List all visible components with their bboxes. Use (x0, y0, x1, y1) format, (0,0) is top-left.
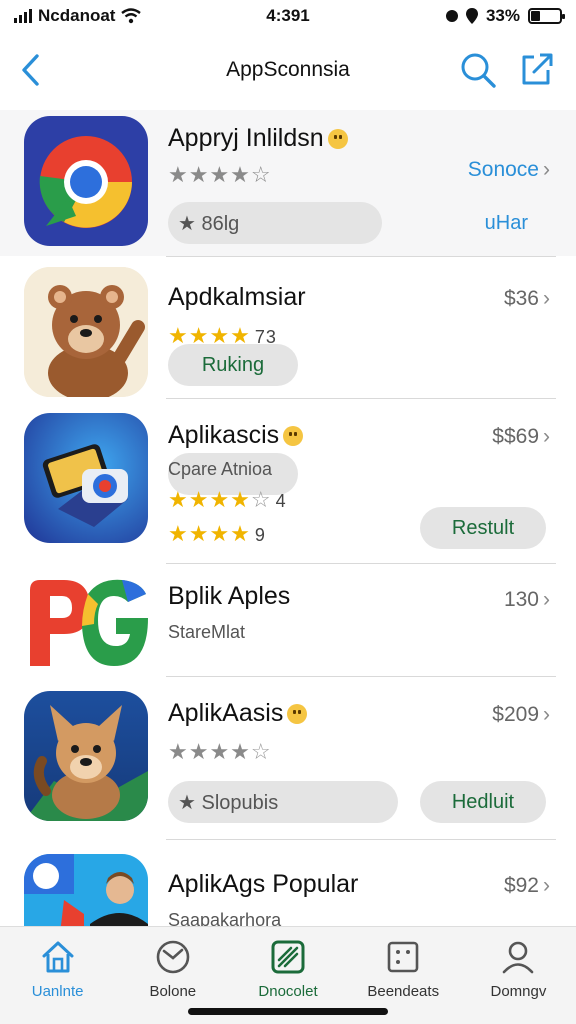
price-link[interactable]: $$69 › (492, 425, 550, 449)
emoji-icon (283, 426, 304, 447)
navigation-bar: AppSconnsia (0, 36, 576, 106)
price-label: $209 (492, 703, 539, 726)
tab-label: Dnocolet (258, 983, 318, 1000)
side-link[interactable]: uHar (485, 212, 528, 235)
ranking-label: Ruking (201, 353, 265, 376)
tab-label: Uanlnte (31, 983, 84, 1000)
price-link[interactable]: $36 › (504, 287, 550, 311)
price-label: $92 (503, 874, 539, 897)
battery-icon (528, 8, 565, 24)
rating-pill[interactable]: ★ 86lg (168, 202, 382, 244)
rating-stars-secondary: ★★★★ 9 (168, 521, 266, 547)
app-icon (24, 691, 148, 821)
record-dot-icon (445, 10, 458, 22)
chevron-right-icon: › (543, 588, 550, 611)
result-button-label: Restult (451, 516, 515, 539)
app-icon (24, 570, 148, 670)
signal-icon (14, 9, 32, 23)
list-item[interactable]: AplikAgs Popular Saapakarhora $92 › (0, 840, 576, 926)
app-icon (24, 267, 148, 397)
tab-label: Beendeats (367, 983, 440, 1000)
star-icons: ★★★★ (168, 487, 251, 512)
emoji-icon (327, 129, 348, 150)
battery-percent: 33% (485, 6, 520, 25)
price-link[interactable]: 130 › (504, 588, 550, 612)
rating-count: 9 (254, 525, 266, 545)
app-name: Aplikascis (168, 421, 304, 450)
app-icon (24, 116, 148, 246)
app-name: Apdkalmsiar (168, 283, 306, 311)
status-bar: Ncdanoat 4:391 33% (0, 0, 576, 32)
person-icon (498, 937, 538, 977)
wifi-icon (121, 8, 142, 24)
star-icons: ★★★★ (168, 521, 251, 546)
star-empty-icon: ☆ (250, 487, 272, 512)
share-icon (522, 53, 553, 85)
price-link[interactable]: $92 › (504, 874, 550, 898)
rating-pill[interactable]: ★ Slopubis (168, 781, 398, 823)
grid-icon (383, 937, 423, 977)
chevron-right-icon: › (543, 158, 550, 181)
home-indicator (188, 1008, 388, 1015)
tab-label: Domngv (490, 983, 547, 1000)
status-right: 33% (445, 6, 565, 26)
app-list: Appryj Inlildsn ★★★★☆ Sonoce › ★ 86lg uHa… (0, 110, 576, 926)
price-label: $36 (503, 287, 539, 310)
ranking-button[interactable]: Ruking (168, 344, 298, 386)
app-subtitle: Saapakarhora (168, 910, 282, 926)
price-label: 130 (503, 588, 539, 611)
list-item[interactable]: Appryj Inlildsn ★★★★☆ Sonoce › ★ 86lg uHa… (0, 110, 576, 256)
star-icons: ★★★★ (168, 739, 251, 764)
tab-profile[interactable]: Domngv (461, 927, 576, 1024)
rating-stars-text: ★★★★☆ (168, 162, 272, 187)
app-subtitle: StareMlat (168, 622, 246, 642)
app-name-text: AplikAasis (168, 699, 284, 727)
price-label: $$69 (492, 425, 539, 448)
app-icon (24, 413, 148, 543)
app-name: AplikAgs Popular (168, 870, 359, 898)
emoji-icon (287, 704, 308, 725)
app-subtitle: Cpare Atnioa (168, 459, 273, 479)
tab-home[interactable]: Uanlnte (0, 927, 115, 1024)
rating-stars: ★★★★☆ (168, 162, 272, 188)
result-button[interactable]: Restult (420, 507, 546, 549)
result-button-label: Hedluit (451, 790, 515, 813)
app-name: Bplik Aples (168, 582, 291, 610)
rating-pill-label: ★ 86lg (178, 212, 240, 235)
chevron-right-icon: › (543, 703, 550, 726)
list-item[interactable]: Aplikascis Cpare Atnioa ★★★★☆ 4 ★★★★ 9 $$6… (0, 399, 576, 563)
app-icon (24, 854, 148, 926)
rating-stars: ★★★★☆ 4 (168, 487, 287, 513)
app-name: AplikAasis (168, 699, 308, 728)
result-button[interactable]: Hedluit (420, 781, 546, 823)
list-item[interactable]: Bplik Aples StareMlat 130 › (0, 564, 576, 676)
chevron-right-icon: › (543, 874, 550, 897)
search-button[interactable] (458, 50, 498, 90)
star-empty-icon: ☆ (250, 739, 272, 764)
location-icon (465, 8, 478, 24)
battery-fill (531, 11, 541, 21)
status-left: Ncdanoat (14, 6, 214, 26)
see-more-link[interactable]: Sonoce › (468, 158, 550, 182)
list-item[interactable]: AplikAasis ★★★★☆ $209 › ★ Slopubis Hedlui… (0, 677, 576, 839)
carrier-label: Ncdanoat (38, 6, 116, 25)
rating-count: 4 (275, 491, 287, 511)
rating-pill-label: ★ Slopubis (178, 791, 279, 814)
search-icon (461, 53, 496, 88)
app-name-text: Aplikascis (168, 421, 280, 449)
tab-label: Bolone (149, 983, 197, 1000)
clock-icon (153, 937, 193, 977)
app-name: Appryj Inlildsn (168, 124, 348, 153)
chevron-right-icon: › (543, 425, 550, 448)
price-link[interactable]: $209 › (492, 703, 550, 727)
rating-stars: ★★★★☆ (168, 739, 272, 765)
chevron-right-icon: › (543, 287, 550, 310)
share-button[interactable] (516, 48, 556, 88)
app-name-text: Appryj Inlildsn (168, 124, 324, 152)
apps-icon (268, 937, 308, 977)
see-more-label: Sonoce (467, 158, 539, 181)
home-icon (38, 937, 78, 977)
